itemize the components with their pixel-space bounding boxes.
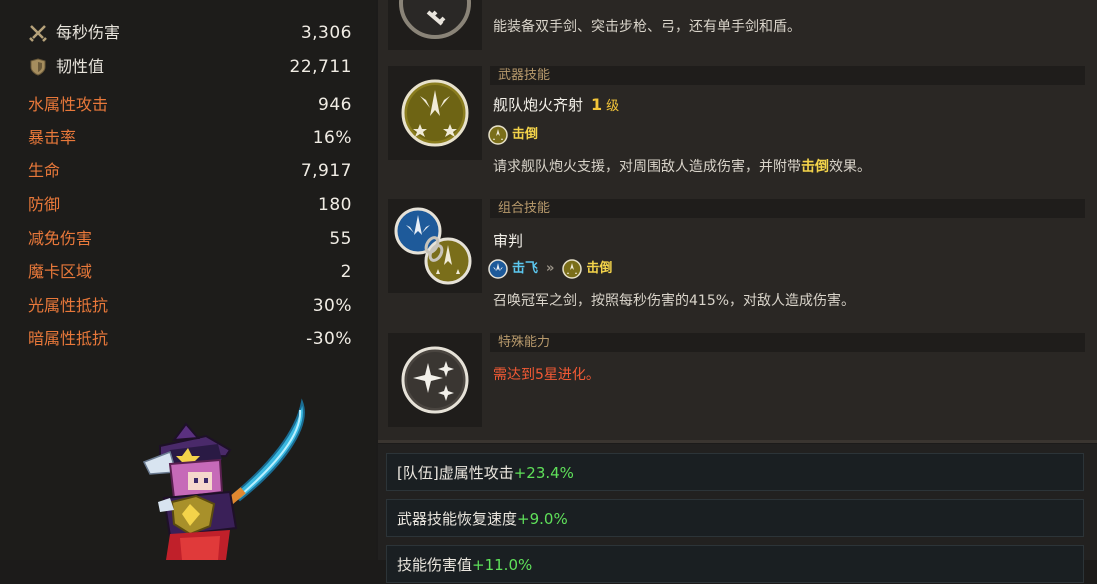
weapon-equip-note: 能装备双手剑、突击步枪、弓，还有单手剑和盾。 — [493, 19, 801, 35]
weapon-skill-icon-box[interactable] — [388, 66, 482, 160]
weapon-skill-level: 1 — [591, 95, 603, 114]
combo-chain-icon — [394, 207, 472, 285]
stat-label: 每秒伤害 — [56, 23, 121, 42]
stat-label: 魔卡区域 — [28, 262, 93, 281]
desc-text: 请求舰队炮火支援，对周围敌人造成伤害，并附带 — [493, 159, 801, 175]
combo-skill-tags: 击飞 » 击倒 — [488, 258, 612, 280]
option-bonus: +11.0% — [472, 556, 533, 574]
special-ability-icon-box[interactable] — [388, 333, 482, 427]
stat-value: 180 — [318, 195, 352, 215]
weapon-type-icon — [399, 0, 471, 39]
stat-label: 减免伤害 — [28, 229, 93, 248]
hero-sprite — [142, 398, 305, 560]
stat-value: 946 — [318, 95, 352, 115]
knockdown-icon — [562, 258, 583, 279]
weapon-skill-tags: 击倒 — [488, 124, 538, 146]
stat-row-crit: 暴击率 16% — [28, 125, 352, 151]
artillery-barrage-icon — [401, 79, 469, 147]
stat-row-dark-res: 暗属性抵抗 -30% — [28, 326, 352, 352]
stats-panel: 每秒伤害 3,306 韧性值 22,711 水属性攻击 946 暴击率 16% … — [0, 0, 376, 560]
airborne-icon — [488, 258, 508, 279]
option-row: 技能伤害值+11.0% — [386, 545, 1084, 583]
desc-highlight: 击倒 — [801, 159, 829, 175]
stat-value: 30% — [312, 296, 352, 316]
sparkle-icon — [401, 346, 469, 414]
stat-row-card-area: 魔卡区域 2 — [28, 259, 352, 285]
stat-value: -30% — [306, 329, 352, 349]
stat-row-dmg-reduction: 减免伤害 55 — [28, 226, 352, 252]
option-label: [队伍]虚属性攻击 — [397, 464, 514, 482]
shield-icon — [30, 58, 46, 76]
weapon-skill-name: 舰队炮火齐射 — [493, 96, 584, 114]
knockdown-tag: 击倒 — [512, 127, 539, 142]
crossed-swords-icon — [29, 25, 47, 42]
stat-value: 2 — [340, 262, 352, 282]
weapon-type-icon-box — [388, 0, 482, 50]
stat-label: 防御 — [28, 195, 61, 214]
combo-skill-description: 召唤冠军之剑，按照每秒伤害的415%，对敌人造成伤害。 — [493, 293, 856, 309]
option-row: [队伍]虚属性攻击+23.4% — [386, 453, 1084, 491]
combo-skill-name: 审判 — [493, 232, 524, 250]
stat-value: 22,711 — [289, 57, 352, 77]
airborne-tag: 击飞 — [512, 261, 539, 276]
combo-skill-section-bar: 组合技能 — [490, 199, 1085, 218]
stat-row-def: 防御 180 — [28, 192, 352, 218]
special-ability-section-bar: 特殊能力 — [490, 333, 1085, 352]
stat-value: 3,306 — [300, 23, 352, 43]
weapon-skill-title: 舰队炮火齐射 1 级 — [493, 94, 619, 115]
stat-row-dps: 每秒伤害 3,306 — [28, 20, 352, 46]
desc-text-end: 效果。 — [829, 159, 871, 175]
knockdown-tag: 击倒 — [586, 261, 613, 276]
combo-skill-icon-box[interactable] — [388, 199, 482, 293]
stat-value: 7,917 — [300, 161, 352, 181]
weapon-skill-description: 请求舰队炮火支援，对周围敌人造成伤害，并附带击倒效果。 — [493, 156, 871, 176]
knockdown-icon — [488, 124, 508, 145]
stat-label: 水属性攻击 — [28, 95, 109, 114]
stat-row-hp: 生命 7,917 — [28, 158, 352, 184]
bonus-options-panel: [队伍]虚属性攻击+23.4% 武器技能恢复速度+9.0% 技能伤害值+11.0… — [378, 444, 1097, 583]
weapon-skill-section-bar: 武器技能 — [490, 66, 1085, 85]
option-row: 武器技能恢复速度+9.0% — [386, 499, 1084, 537]
option-label: 武器技能恢复速度 — [397, 510, 518, 528]
option-label: 技能伤害值 — [397, 556, 473, 574]
special-ability-requirement: 需达到5星进化。 — [493, 367, 600, 383]
stat-label: 生命 — [28, 161, 61, 180]
stat-label: 光属性抵抗 — [28, 296, 109, 315]
stat-label: 韧性值 — [56, 57, 105, 76]
stat-value: 16% — [312, 128, 352, 148]
stat-value: 55 — [329, 229, 352, 249]
stat-label: 暗属性抵抗 — [28, 329, 109, 348]
chevron-right-icon: » — [546, 261, 555, 276]
option-bonus: +23.4% — [513, 464, 574, 482]
option-bonus: +9.0% — [517, 510, 568, 528]
stat-row-toughness: 韧性值 22,711 — [28, 54, 352, 80]
stat-row-light-res: 光属性抵抗 30% — [28, 293, 352, 319]
stat-row-water-atk: 水属性攻击 946 — [28, 92, 352, 118]
stat-label: 暴击率 — [28, 128, 77, 147]
weapon-skill-level-word: 级 — [606, 99, 620, 114]
skills-panel: 能装备双手剑、突击步枪、弓，还有单手剑和盾。 武器技能 舰队炮火齐射 1 级 击倒 … — [378, 0, 1097, 443]
